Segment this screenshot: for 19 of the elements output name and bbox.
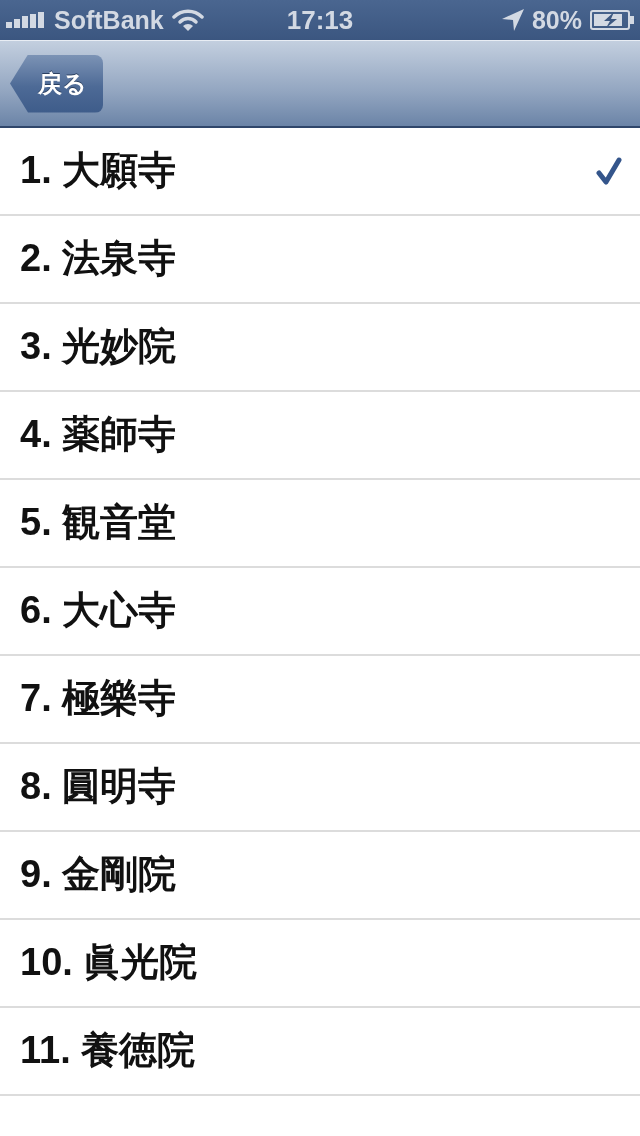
item-label: 9. 金剛院 [20,852,177,898]
signal-bars-icon [6,12,46,28]
carrier-name: SoftBank [54,7,164,33]
battery-charging-icon [590,10,634,30]
wifi-icon [171,9,204,31]
battery-percentage: 80% [531,7,582,33]
item-label: 1. 大願寺 [20,148,177,194]
item-label: 3. 光妙院 [20,324,177,370]
item-label: 8. 圓明寺 [20,764,177,810]
item-label: 2. 法泉寺 [20,236,177,282]
location-arrow-icon [501,9,524,31]
back-button[interactable]: 戻る [10,54,103,113]
item-label: 10. 眞光院 [20,940,198,986]
item-label: 7. 極樂寺 [20,676,177,722]
item-label: 4. 薬師寺 [20,412,177,458]
status-time: 17:13 [286,7,354,33]
item-label: 5. 観音堂 [20,500,177,546]
item-label: 11. 養徳院 [20,1028,196,1074]
item-label: 6. 大心寺 [20,588,177,634]
